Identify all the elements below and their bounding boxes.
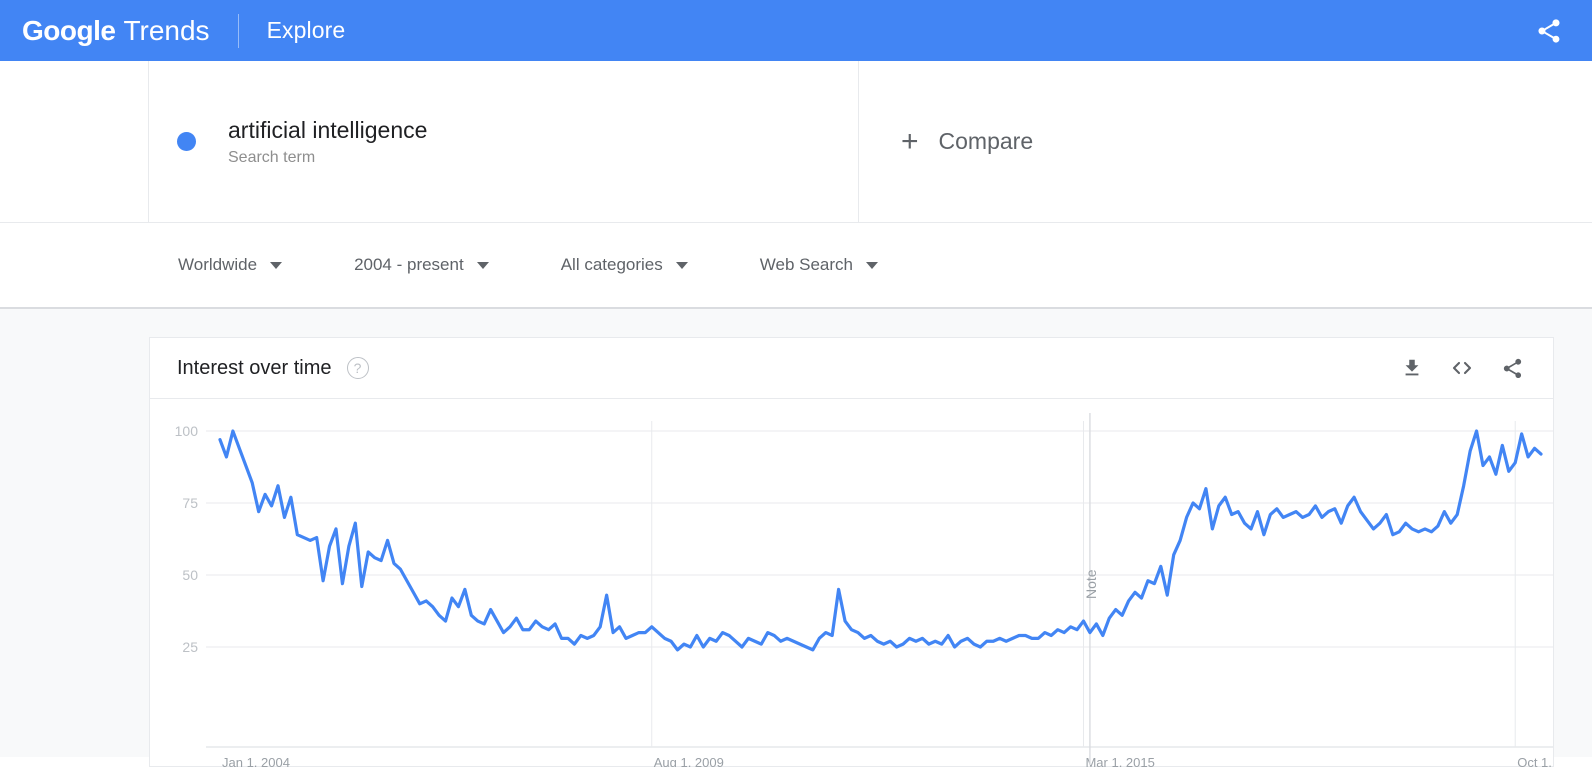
compare-button[interactable]: + Compare — [859, 61, 1592, 222]
y-axis-tick-label: 25 — [182, 639, 198, 655]
query-left-gutter — [0, 61, 149, 222]
appbar-divider — [237, 13, 239, 48]
chart-line-series[interactable] — [218, 429, 1543, 652]
app-bar: Google Trends Explore — [0, 0, 1592, 61]
search-term-value: artificial intelligence — [228, 116, 428, 143]
filter-location[interactable]: Worldwide — [178, 255, 283, 275]
series-color-dot — [177, 132, 196, 151]
page-body: Interest over time ? 25 50 75 100 Jan 1,… — [0, 309, 1592, 767]
brand-google-text: Google — [22, 14, 116, 46]
filter-search-type[interactable]: Web Search — [760, 255, 878, 275]
interest-over-time-chart[interactable]: 25 50 75 100 Jan 1, 2004 Aug 1, 2009 Mar 1, 20… — [150, 399, 1553, 767]
plus-icon: + — [901, 124, 919, 158]
card-header: Interest over time ? — [150, 338, 1553, 399]
compare-label: Compare — [938, 128, 1034, 154]
help-icon[interactable]: ? — [346, 357, 369, 379]
chevron-down-icon — [270, 261, 283, 269]
filter-category-label: All categories — [560, 255, 663, 274]
brand-trends-text: Trends — [123, 14, 210, 46]
y-axis-tick-label: 50 — [182, 567, 198, 583]
filter-category[interactable]: All categories — [561, 255, 688, 275]
y-axis-tick-label: 100 — [175, 423, 199, 439]
chevron-down-icon — [866, 261, 878, 269]
y-axis-tick-label: 75 — [182, 495, 198, 511]
note-marker-label[interactable]: Note — [1083, 569, 1099, 599]
filter-bar: Worldwide 2004 - present All categories … — [0, 223, 1592, 309]
brand-logo[interactable]: Google Trends — [22, 15, 210, 47]
filter-search-type-label: Web Search — [759, 255, 853, 274]
search-term-text: artificial intelligence Search term — [228, 116, 427, 168]
share-icon[interactable] — [1532, 14, 1566, 48]
page-title: Interest over time — [177, 356, 332, 379]
embed-code-icon[interactable] — [1443, 349, 1481, 387]
share-icon[interactable] — [1493, 349, 1531, 387]
interest-over-time-card: Interest over time ? 25 50 75 100 Jan 1,… — [149, 337, 1554, 767]
explore-nav-item[interactable]: Explore — [267, 17, 346, 44]
chevron-down-icon — [675, 261, 688, 269]
search-term-cell[interactable]: artificial intelligence Search term — [149, 61, 859, 222]
filter-time-range[interactable]: 2004 - present — [354, 255, 489, 275]
filter-location-label: Worldwide — [178, 255, 258, 274]
chart-canvas[interactable]: 255075100Jan 1, 2004 Aug 1, 2009 Mar 1, 20… — [150, 399, 1553, 767]
download-icon[interactable] — [1393, 349, 1431, 387]
query-row: artificial intelligence Search term + Co… — [0, 61, 1592, 223]
chevron-down-icon — [476, 261, 489, 269]
search-term-type: Search term — [228, 149, 316, 167]
filter-time-range-label: 2004 - present — [354, 255, 464, 274]
